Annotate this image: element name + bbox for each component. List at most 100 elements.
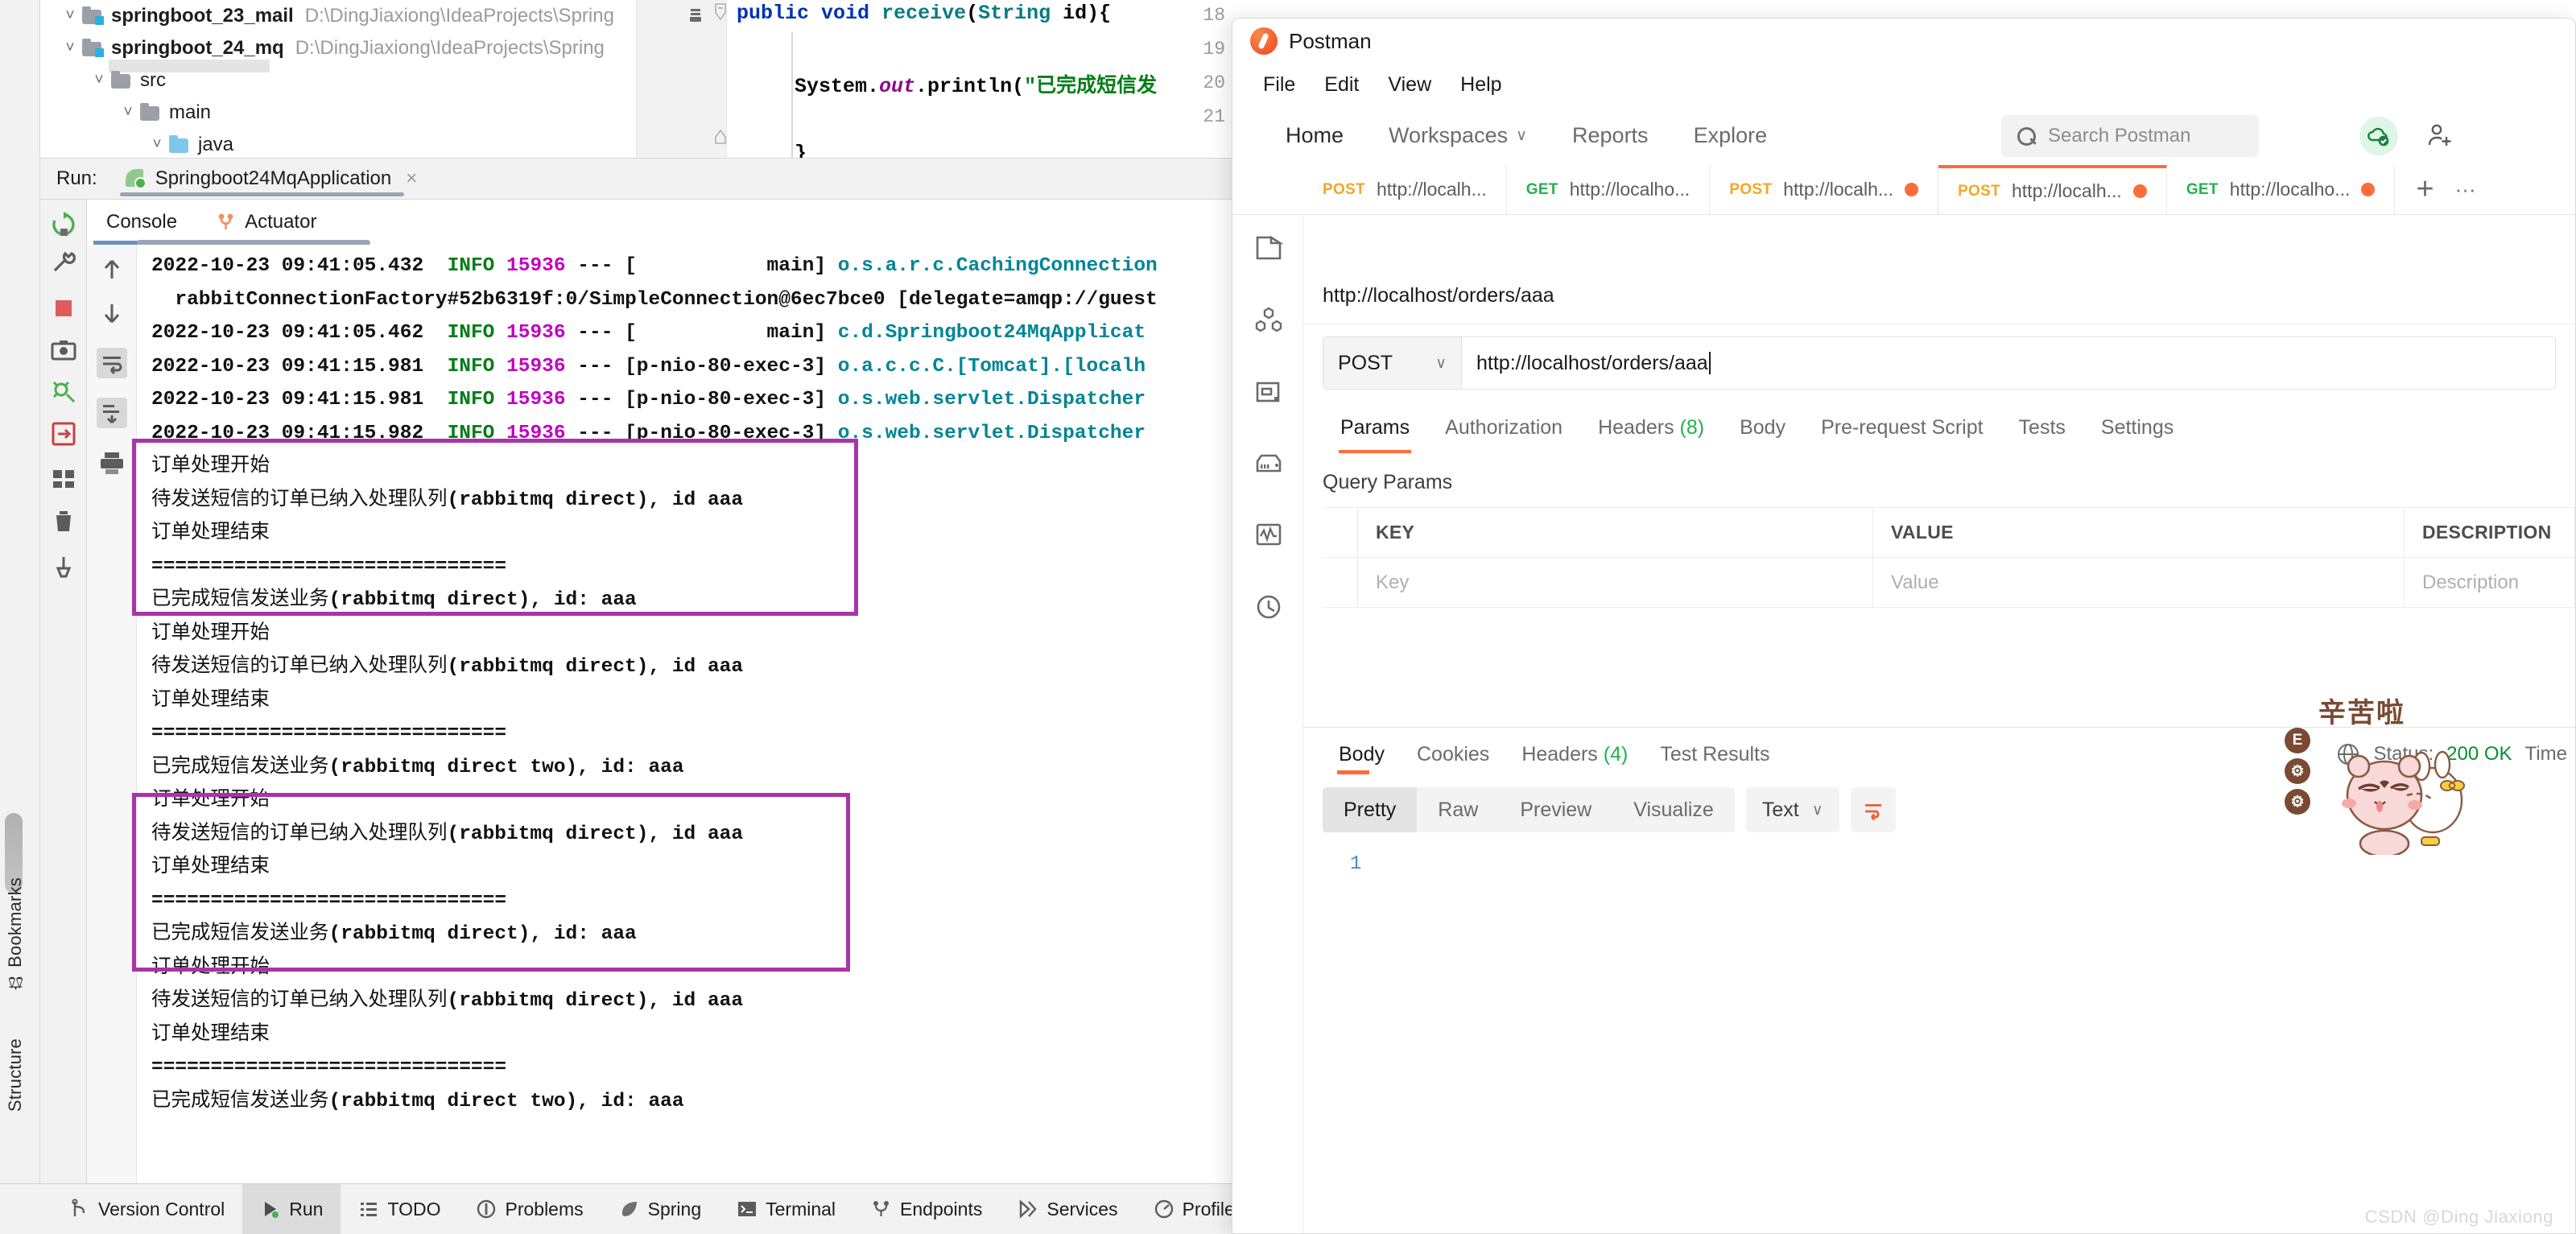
tree-row[interactable]: ˅ java [40, 129, 636, 161]
url-row[interactable]: POST ∨ http://localhost/orders/aaa [1303, 324, 2575, 402]
request-tab[interactable]: POSThttp://localh... [1710, 165, 1938, 214]
row-checkbox-cell[interactable] [1323, 558, 1358, 607]
status-item-terminal[interactable]: Terminal [719, 1184, 853, 1234]
status-item-endpoints[interactable]: Endpoints [853, 1184, 1000, 1234]
response-tab-headers[interactable]: Headers (4) [1505, 728, 1644, 781]
query-params-table[interactable]: KEY VALUE DESCRIPTION Key Value Descript… [1323, 507, 2575, 608]
menu-help[interactable]: Help [1446, 73, 1516, 97]
url-input[interactable]: http://localhost/orders/aaa [1461, 336, 2556, 390]
stop-icon[interactable] [50, 295, 77, 322]
response-format-row[interactable]: PrettyRawPreviewVisualize Text ∨ [1303, 787, 2575, 832]
request-subtab-tests[interactable]: Tests [2001, 402, 2083, 453]
menu-file[interactable]: File [1249, 73, 1310, 97]
tree-row[interactable]: ˅ main [40, 97, 636, 129]
close-icon[interactable]: × [406, 167, 417, 190]
print-icon[interactable] [97, 448, 127, 478]
chevron-down-icon[interactable]: ˅ [147, 136, 167, 154]
format-tab-preview[interactable]: Preview [1499, 787, 1612, 832]
console-tab-strip[interactable]: Console Actuator [87, 200, 1312, 245]
format-tab-raw[interactable]: Raw [1417, 787, 1499, 832]
status-item-run[interactable]: Run [242, 1184, 341, 1234]
monitors-icon[interactable] [1253, 519, 1284, 550]
status-item-todo[interactable]: TODO [341, 1184, 458, 1234]
environments-icon[interactable] [1253, 378, 1284, 408]
request-tab[interactable]: POSThttp://localh... [1303, 165, 1507, 214]
scroll-to-end-icon[interactable] [97, 398, 127, 428]
code-editor[interactable]: 18 19 20 21 public void receive(String i… [636, 0, 1272, 158]
format-segmented-control[interactable]: PrettyRawPreviewVisualize [1323, 787, 1735, 832]
override-method-gutter-icon[interactable] [687, 6, 704, 24]
request-sub-tabs[interactable]: ParamsAuthorizationHeaders (8)BodyPre-re… [1303, 402, 2575, 453]
apis-icon[interactable] [1253, 305, 1284, 336]
nav-explore[interactable]: Explore [1671, 123, 1790, 148]
table-row[interactable]: Key Value Description [1323, 558, 2575, 608]
project-tree[interactable]: ˅ springboot_23_mail D:\DingJiaxiong\Ide… [40, 0, 636, 158]
history-icon[interactable] [1253, 592, 1284, 622]
debug-attach-icon[interactable] [50, 378, 77, 406]
tree-row[interactable]: ˅ src [40, 64, 636, 97]
request-subtab-authorization[interactable]: Authorization [1427, 402, 1580, 453]
request-tab[interactable]: GEThttp://localho... [2167, 165, 2396, 214]
layout-icon[interactable] [50, 465, 77, 493]
chevron-down-icon[interactable]: ˅ [118, 104, 138, 122]
response-format-select[interactable]: Text ∨ [1746, 787, 1839, 832]
nav-reports[interactable]: Reports [1550, 123, 1671, 148]
jump-to-source-icon[interactable] [50, 420, 77, 448]
response-body[interactable]: 1 [1303, 832, 2575, 875]
postman-top-nav[interactable]: Home Workspaces∨ Reports Explore Search … [1232, 105, 2575, 165]
scroll-down-icon[interactable] [97, 298, 127, 328]
run-toolbar-secondary[interactable] [87, 245, 137, 1183]
sidebar-item-bookmarks[interactable]: ⚖Bookmarks [5, 877, 26, 993]
postman-menu-bar[interactable]: File Edit View Help [1232, 64, 2575, 105]
fold-end-icon[interactable] [714, 129, 727, 149]
request-subtab-settings[interactable]: Settings [2083, 402, 2191, 453]
chevron-down-icon[interactable]: ˅ [89, 72, 109, 89]
response-tabs[interactable]: BodyCookiesHeaders (4)Test Results Statu… [1303, 728, 2575, 781]
collections-icon[interactable] [1253, 233, 1284, 263]
response-tab-body[interactable]: Body [1323, 728, 1401, 781]
sidebar-item-structure[interactable]: Structure [5, 1038, 26, 1112]
fold-region-icon[interactable] [714, 3, 727, 28]
nav-workspaces[interactable]: Workspaces∨ [1366, 123, 1550, 148]
console-output[interactable]: 2022-10-23 09:41:05.432 INFO 15936 --- [… [137, 245, 1312, 1183]
request-tab[interactable]: POSThttp://localh... [1938, 165, 2167, 214]
screenshot-icon[interactable] [50, 336, 77, 364]
cloud-sync-icon[interactable] [2359, 117, 2398, 155]
rerun-icon[interactable] [50, 211, 77, 238]
chevron-down-icon[interactable]: ˅ [60, 39, 80, 57]
run-toolbar-primary[interactable] [40, 200, 87, 1183]
request-subtab-headers[interactable]: Headers (8) [1580, 402, 1722, 453]
select-all-checkbox-cell[interactable] [1323, 508, 1358, 557]
invite-user-icon[interactable] [2424, 120, 2456, 152]
request-subtab-body[interactable]: Body [1722, 402, 1803, 453]
format-tab-visualize[interactable]: Visualize [1612, 787, 1735, 832]
format-tab-pretty[interactable]: Pretty [1323, 787, 1417, 832]
scroll-up-icon[interactable] [97, 254, 127, 285]
status-item-services[interactable]: Services [1000, 1184, 1135, 1234]
tree-row[interactable]: ˅ springboot_24_mq D:\DingJiaxiong\IdeaP… [40, 32, 636, 64]
ide-status-bar[interactable]: Version Control Run TODO Problems Spring… [0, 1183, 1288, 1234]
wrap-lines-icon[interactable] [1851, 787, 1896, 832]
http-method-select[interactable]: POST ∨ [1323, 336, 1461, 390]
menu-view[interactable]: View [1373, 73, 1446, 97]
request-subtab-params[interactable]: Params [1323, 402, 1427, 453]
tab-overflow-button[interactable]: ··· [2455, 165, 2483, 214]
response-tab-test-results[interactable]: Test Results [1644, 728, 1785, 781]
request-subtab-pre-request-script[interactable]: Pre-request Script [1803, 402, 2000, 453]
run-configuration-tab[interactable]: Springboot24MqApplication × [120, 158, 423, 200]
new-tab-button[interactable]: + [2395, 165, 2454, 214]
menu-edit[interactable]: Edit [1310, 73, 1373, 97]
mock-servers-icon[interactable] [1253, 448, 1284, 479]
tab-actuator[interactable]: Actuator [196, 200, 336, 245]
nav-home[interactable]: Home [1263, 123, 1366, 148]
delete-icon[interactable] [50, 507, 77, 534]
postman-left-rail[interactable] [1232, 215, 1303, 1233]
chevron-down-icon[interactable]: ˅ [60, 7, 80, 25]
status-item-version-control[interactable]: Version Control [52, 1184, 242, 1234]
request-name-row[interactable]: http://localhost/orders/aaa [1303, 265, 2575, 324]
search-input[interactable]: Search Postman [2001, 115, 2259, 157]
request-tab-bar[interactable]: POSThttp://localh...GEThttp://localho...… [1232, 165, 2575, 215]
status-item-problems[interactable]: Problems [458, 1184, 601, 1234]
pin-icon[interactable] [50, 554, 77, 581]
soft-wrap-icon[interactable] [97, 348, 127, 378]
